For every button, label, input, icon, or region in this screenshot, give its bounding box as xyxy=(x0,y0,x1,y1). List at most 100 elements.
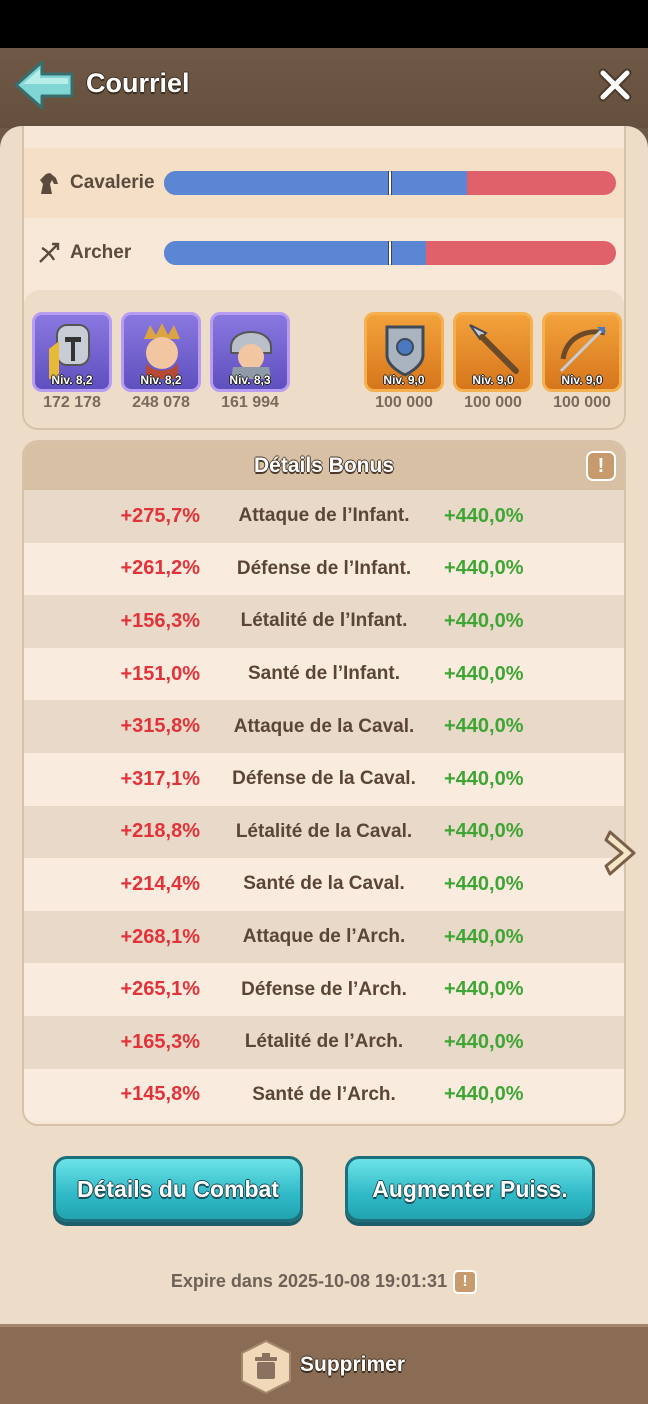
bonus-header: Détails Bonus ! xyxy=(24,442,624,490)
bonus-label: Défense de l’Arch. xyxy=(241,978,407,1000)
header: Courriel xyxy=(0,48,648,128)
bonus-right-value: +440,0% xyxy=(444,820,524,843)
bonus-row: +214,4% Santé de la Caval. +440,0% xyxy=(24,858,624,911)
expire-info: Expire dans 2025-10-08 19:01:31! xyxy=(0,1270,648,1294)
bonus-right-value: +440,0% xyxy=(444,662,524,685)
bonus-right-value: +440,0% xyxy=(444,978,524,1001)
spear-icon xyxy=(469,324,519,374)
hero-power: 248 078 xyxy=(132,394,190,411)
bonus-left-value: +265,1% xyxy=(120,978,200,1001)
mail-panel: Cavalerie Archer Niv. 8,2 172 178 Niv. 8… xyxy=(0,126,648,1324)
bonus-left-value: +214,4% xyxy=(120,872,200,895)
bonus-left-value: +165,3% xyxy=(120,1030,200,1053)
troop-row-cavalerie: Cavalerie xyxy=(24,148,624,218)
bonus-left-value: +218,8% xyxy=(120,820,200,843)
bonus-label: Santé de la Caval. xyxy=(243,873,405,895)
back-arrow-icon xyxy=(14,60,74,110)
bonus-left-value: +145,8% xyxy=(120,1083,200,1106)
troop-ratio-bar xyxy=(164,241,616,265)
bonus-left-value: +317,1% xyxy=(120,767,200,790)
increase-power-button[interactable]: Augmenter Puiss. xyxy=(345,1156,595,1222)
bonus-right-value: +440,0% xyxy=(444,1030,524,1053)
bonus-left-value: +156,3% xyxy=(120,609,200,632)
info-button[interactable]: ! xyxy=(586,451,616,481)
bonus-details: Détails Bonus ! +275,7% Attaque de l’Infa… xyxy=(22,440,626,1126)
warrior-hero-icon xyxy=(230,331,272,379)
bonus-label: Attaque de la Caval. xyxy=(233,715,415,737)
bonus-row: +265,1% Défense de l’Arch. +440,0% xyxy=(24,963,624,1016)
bonus-row: +151,0% Santé de l’Infant. +440,0% xyxy=(24,647,624,701)
bow-icon xyxy=(39,242,60,263)
combat-details-button[interactable]: Détails du Combat xyxy=(53,1156,303,1222)
bonus-left-value: +315,8% xyxy=(120,715,200,738)
crossbow-icon xyxy=(559,327,606,373)
bonus-row: +165,3% Létalité de l’Arch. +440,0% xyxy=(24,1015,624,1069)
bonus-row: +145,8% Santé de l’Arch. +440,0% xyxy=(24,1068,624,1122)
bonus-label: Défense de la Caval. xyxy=(232,768,416,790)
shield-armor-icon xyxy=(385,325,425,377)
equipment-power: 100 000 xyxy=(553,394,611,411)
hero-level: Niv. 8,3 xyxy=(229,373,271,387)
hero-card[interactable]: Niv. 8,2 248 078 xyxy=(121,312,201,412)
back-button[interactable] xyxy=(12,58,76,112)
bonus-row: +317,1% Défense de la Caval. +440,0% xyxy=(24,752,624,806)
hero-card[interactable]: Niv. 8,2 172 178 xyxy=(32,312,112,412)
bonus-row: +261,2% Défense de l’Infant. +440,0% xyxy=(24,542,624,596)
expire-info-button[interactable]: ! xyxy=(453,1270,478,1294)
bonus-left-value: +261,2% xyxy=(120,557,200,580)
bonus-left-value: +151,0% xyxy=(120,662,200,685)
bonus-label: Défense de l’Infant. xyxy=(236,557,412,579)
bonus-label: Létalité de la Caval. xyxy=(235,820,413,842)
bonus-right-value: +440,0% xyxy=(444,609,524,632)
equipment-level: Niv. 9,0 xyxy=(561,373,603,387)
bonus-list: +275,7% Attaque de l’Infant. +440,0% +261,2… xyxy=(24,490,624,1122)
bonus-label: Attaque de l’Infant. xyxy=(238,505,410,527)
bonus-right-value: +440,0% xyxy=(444,925,524,948)
heroes-equipment-row: Niv. 8,2 172 178 Niv. 8,2 248 078 Niv. 8… xyxy=(24,290,624,428)
bonus-label: Létalité de l’Infant. xyxy=(240,610,408,632)
equipment-card[interactable]: Niv. 9,0 100 000 xyxy=(453,312,533,412)
bar-marker xyxy=(388,241,392,265)
bonus-title: Détails Bonus xyxy=(253,454,395,477)
bonus-label: Santé de l’Arch. xyxy=(252,1083,396,1105)
bonus-row: +275,7% Attaque de l’Infant. +440,0% xyxy=(24,490,624,543)
expire-text: Expire dans 2025-10-08 19:01:31 xyxy=(170,1270,448,1291)
equipment-card[interactable]: Niv. 9,0 100 000 xyxy=(364,312,444,412)
troop-comparison: Cavalerie Archer Niv. 8,2 172 178 Niv. 8… xyxy=(22,126,626,430)
combat-details-label: Détails du Combat xyxy=(77,1175,279,1202)
page-title: Courriel xyxy=(86,68,190,98)
equipment-power: 100 000 xyxy=(464,394,522,411)
bonus-row: +268,1% Attaque de l’Arch. +440,0% xyxy=(24,910,624,964)
bonus-row: +156,3% Létalité de l’Infant. +440,0% xyxy=(24,595,624,648)
horse-icon xyxy=(40,173,58,194)
bonus-row: +315,8% Attaque de la Caval. +440,0% xyxy=(24,700,624,753)
troop-ratio-bar xyxy=(164,171,616,195)
close-button[interactable] xyxy=(598,68,632,102)
bonus-right-value: +440,0% xyxy=(444,767,524,790)
delete-button[interactable] xyxy=(238,1339,294,1395)
bonus-left-value: +268,1% xyxy=(120,925,200,948)
bonus-right-value: +440,0% xyxy=(444,1083,524,1106)
hero-power: 172 178 xyxy=(43,394,101,411)
next-arrow-icon[interactable] xyxy=(604,828,640,878)
bonus-right-value: +440,0% xyxy=(444,504,524,527)
troop-label: Cavalerie xyxy=(70,172,155,193)
bar-marker xyxy=(388,171,392,195)
bonus-label: Attaque de l’Arch. xyxy=(242,926,406,948)
bonus-left-value: +275,7% xyxy=(120,504,200,527)
hero-level: Niv. 8,2 xyxy=(140,373,182,387)
bonus-label: Létalité de l’Arch. xyxy=(244,1031,404,1053)
equipment-power: 100 000 xyxy=(375,394,433,411)
bar-blue-fill xyxy=(164,241,427,265)
hero-card[interactable]: Niv. 8,3 161 994 xyxy=(210,312,290,412)
troop-label: Archer xyxy=(70,242,132,263)
bar-blue-fill xyxy=(164,171,467,195)
equipment-level: Niv. 9,0 xyxy=(383,373,425,387)
equipment-card[interactable]: Niv. 9,0 100 000 xyxy=(542,312,622,412)
bonus-right-value: +440,0% xyxy=(444,557,524,580)
status-bar xyxy=(0,0,648,48)
increase-power-label: Augmenter Puiss. xyxy=(372,1175,568,1202)
delete-label: Supprimer xyxy=(300,1353,406,1376)
equipment-level: Niv. 9,0 xyxy=(472,373,514,387)
footer: Supprimer xyxy=(0,1324,648,1404)
